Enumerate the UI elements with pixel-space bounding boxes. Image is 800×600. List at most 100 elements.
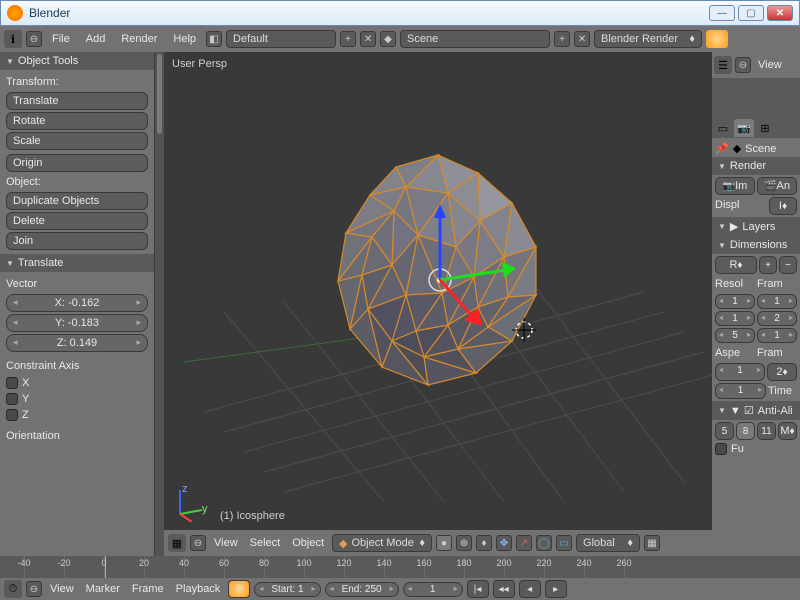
timeline-collapse-icon[interactable]: ⊖: [26, 581, 42, 597]
outliner-view[interactable]: View: [754, 57, 786, 73]
frame-end-field[interactable]: 2: [757, 311, 797, 326]
current-frame-field[interactable]: 1: [403, 582, 463, 597]
pivot-options-icon[interactable]: ♦: [476, 535, 492, 551]
fps-dropdown[interactable]: 2 ♦: [767, 363, 797, 381]
frame-start-field[interactable]: 1: [757, 294, 797, 309]
res-y-field[interactable]: 1: [715, 311, 755, 326]
delete-button[interactable]: Delete: [6, 212, 148, 230]
constraint-z-checkbox[interactable]: Z: [6, 408, 148, 422]
display-mode-dropdown[interactable]: I ♦: [769, 197, 797, 215]
aspect-x-field[interactable]: 1: [715, 363, 765, 381]
dimensions-section-header[interactable]: Dimensions: [712, 236, 800, 254]
tl-marker[interactable]: Marker: [82, 581, 124, 597]
remove-scene-button[interactable]: ✕: [574, 31, 590, 47]
pivot-median-icon[interactable]: ⊕: [456, 535, 472, 551]
duplicate-button[interactable]: Duplicate Objects: [6, 192, 148, 210]
back-to-previous-icon[interactable]: ◧: [206, 31, 222, 47]
end-frame-field[interactable]: End: 250: [325, 582, 399, 597]
aspect-y-field[interactable]: 1: [715, 383, 766, 399]
frame-step-field[interactable]: 1: [757, 328, 797, 343]
minimize-button[interactable]: —: [709, 5, 735, 21]
tab-world-icon[interactable]: ⊞: [755, 119, 775, 137]
preset-add-button[interactable]: +: [759, 256, 777, 274]
tool-shelf-scrollbar[interactable]: [154, 52, 164, 556]
3d-viewport[interactable]: User Persp: [164, 52, 712, 530]
tl-playback[interactable]: Playback: [172, 581, 225, 597]
remove-layout-button[interactable]: ✕: [360, 31, 376, 47]
layers-section-header[interactable]: ▶ Layers: [712, 217, 800, 236]
anti-aliasing-header[interactable]: ▼ ☑ Anti-Ali: [712, 401, 800, 420]
tab-scene-icon[interactable]: 📷: [734, 119, 754, 137]
constraint-x-checkbox[interactable]: X: [6, 376, 148, 390]
tl-view[interactable]: View: [46, 581, 78, 597]
aa-filter-dropdown[interactable]: M ♦: [778, 422, 797, 440]
keyframe-prev-button[interactable]: ◂◂: [493, 580, 515, 598]
manipulator-toggle-icon[interactable]: ✥: [496, 535, 512, 551]
render-image-button[interactable]: 📷Im: [715, 177, 755, 195]
operator-panel-header[interactable]: Translate: [0, 254, 154, 272]
res-pct-field[interactable]: 5: [715, 328, 755, 343]
timeline-frames[interactable]: -40-200204060801001201401601802002202402…: [0, 556, 800, 578]
menu-render[interactable]: Render: [115, 31, 163, 47]
use-preview-range-icon[interactable]: ⏱: [228, 580, 250, 598]
vh-select[interactable]: Select: [246, 535, 285, 551]
render-anim-button[interactable]: 🎬An: [757, 177, 797, 195]
scene-dropdown[interactable]: Scene: [400, 30, 550, 48]
frame-tick-label: 100: [296, 558, 311, 568]
outliner-editor-icon[interactable]: ☰: [714, 56, 732, 74]
object-tools-header[interactable]: Object Tools: [0, 52, 154, 70]
tl-frame[interactable]: Frame: [128, 581, 168, 597]
play-reverse-button[interactable]: ◂: [519, 580, 541, 598]
vh-object[interactable]: Object: [288, 535, 328, 551]
editor-type-3dview-icon[interactable]: ▦: [168, 534, 186, 552]
screen-layout-dropdown[interactable]: Default: [226, 30, 336, 48]
start-frame-field[interactable]: Start: 1: [254, 582, 320, 597]
editor-type-icon[interactable]: ℹ: [4, 30, 22, 48]
origin-button[interactable]: Origin: [6, 154, 148, 172]
vh-view[interactable]: View: [210, 535, 242, 551]
render-engine-dropdown[interactable]: Blender Render♦: [594, 30, 702, 48]
res-x-field[interactable]: 1: [715, 294, 755, 309]
blender-splash-icon[interactable]: [706, 30, 728, 48]
join-button[interactable]: Join: [6, 232, 148, 250]
collapse-menu-icon[interactable]: ⊖: [26, 31, 42, 47]
render-section-header[interactable]: Render: [712, 157, 800, 175]
aa-5-button[interactable]: 5: [715, 422, 734, 440]
menu-add[interactable]: Add: [80, 31, 112, 47]
preset-remove-button[interactable]: −: [779, 256, 797, 274]
play-button[interactable]: ▸: [545, 580, 567, 598]
add-scene-button[interactable]: +: [554, 31, 570, 47]
menu-help[interactable]: Help: [167, 31, 202, 47]
manipulator-rotate-icon[interactable]: ◯: [536, 535, 552, 551]
menu-file[interactable]: File: [46, 31, 76, 47]
maximize-button[interactable]: ▢: [738, 5, 764, 21]
add-layout-button[interactable]: +: [340, 31, 356, 47]
jump-start-button[interactable]: |◂: [467, 580, 489, 598]
vector-x-field[interactable]: X: -0.162: [6, 294, 148, 312]
outliner-area[interactable]: ▭ 📷 ⊞: [712, 78, 800, 138]
rotate-button[interactable]: Rotate: [6, 112, 148, 130]
mode-dropdown[interactable]: ◆Object Mode♦: [332, 534, 432, 552]
manipulator-translate-icon[interactable]: ↗: [516, 535, 532, 551]
pin-icon[interactable]: 📌: [715, 142, 729, 155]
scene-browse-icon[interactable]: ◆: [380, 31, 396, 47]
close-button[interactable]: ✕: [767, 5, 793, 21]
tab-render-icon[interactable]: ▭: [713, 119, 733, 137]
manipulator-scale-icon[interactable]: ▭: [556, 535, 572, 551]
translate-button[interactable]: Translate: [6, 92, 148, 110]
vector-z-field[interactable]: Z: 0.149: [6, 334, 148, 352]
render-preset-dropdown[interactable]: R ♦: [715, 256, 757, 274]
full-sample-checkbox[interactable]: Fu: [715, 442, 797, 456]
shading-solid-icon[interactable]: ●: [436, 535, 452, 551]
collapse-menu-3dview-icon[interactable]: ⊖: [190, 535, 206, 551]
constraint-y-checkbox[interactable]: Y: [6, 392, 148, 406]
aa-8-button[interactable]: 8: [736, 422, 755, 440]
vector-y-field[interactable]: Y: -0.183: [6, 314, 148, 332]
transform-gizmo[interactable]: [360, 200, 520, 360]
aa-11-button[interactable]: 11: [757, 422, 776, 440]
orientation-dropdown[interactable]: Global♦: [576, 534, 640, 552]
timeline-editor-icon[interactable]: ⏱: [4, 580, 22, 598]
scale-button[interactable]: Scale: [6, 132, 148, 150]
outliner-collapse-icon[interactable]: ⊖: [735, 57, 751, 73]
layers-button[interactable]: ▦: [644, 535, 660, 551]
